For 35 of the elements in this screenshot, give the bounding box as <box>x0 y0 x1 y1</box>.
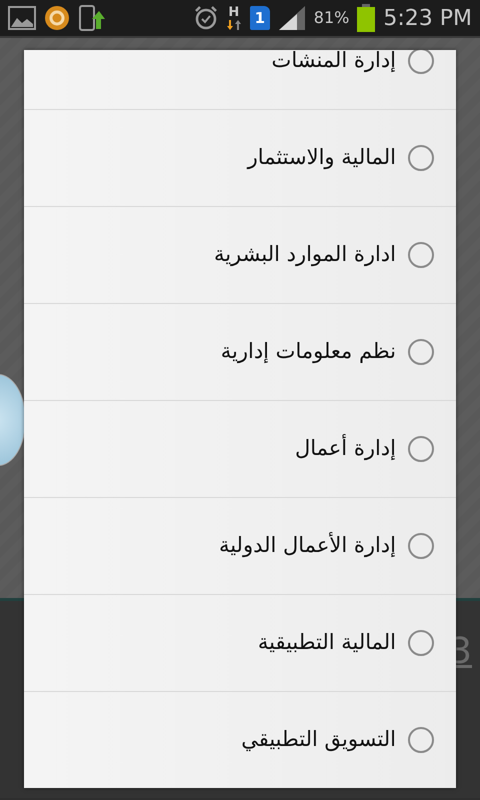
radio-option[interactable]: إدارة أعمال <box>24 401 456 498</box>
option-label: التسويق التطبيقي <box>241 726 396 754</box>
signal-icon <box>278 5 306 31</box>
radio-option[interactable]: إدارة الأعمال الدولية <box>24 498 456 595</box>
phone-upload-icon <box>78 5 106 31</box>
radio-button[interactable] <box>408 436 434 462</box>
alarm-icon <box>194 5 218 31</box>
radio-button[interactable] <box>408 727 434 753</box>
radio-button[interactable] <box>408 242 434 268</box>
radio-button[interactable] <box>408 339 434 365</box>
radio-button[interactable] <box>408 50 434 74</box>
option-label: المالية التطبيقية <box>258 629 396 656</box>
data-arrows-icon <box>226 18 242 30</box>
network-type: H <box>228 6 240 18</box>
option-label: ادارة الموارد البشرية <box>214 241 396 268</box>
radio-option[interactable]: المالية والاستثمار <box>24 110 456 207</box>
clock: 5:23 PM <box>383 4 472 32</box>
option-label: المالية والاستثمار <box>248 144 396 172</box>
battery-icon <box>357 4 376 32</box>
radio-button[interactable] <box>408 145 434 171</box>
radio-button[interactable] <box>408 630 434 656</box>
radio-button[interactable] <box>408 533 434 559</box>
radio-option[interactable]: ادارة الموارد البشرية <box>24 207 456 304</box>
option-label: إدارة الأعمال الدولية <box>218 531 396 560</box>
option-label: نظم معلومات إدارية <box>220 338 396 366</box>
radio-option[interactable]: نظم معلومات إدارية <box>24 304 456 401</box>
sim-card-icon: 1 <box>250 6 270 30</box>
radio-option[interactable]: المالية التطبيقية <box>24 595 456 692</box>
radio-option[interactable]: التسويق التطبيقي <box>24 692 456 788</box>
option-label: إدارة المنشآت <box>272 50 396 74</box>
gallery-icon <box>8 6 36 30</box>
app-icon <box>44 5 70 31</box>
option-label: إدارة أعمال <box>294 433 396 462</box>
battery-percentage: 81% <box>314 7 350 29</box>
radio-option[interactable]: إدارة المنشآت <box>24 50 456 110</box>
